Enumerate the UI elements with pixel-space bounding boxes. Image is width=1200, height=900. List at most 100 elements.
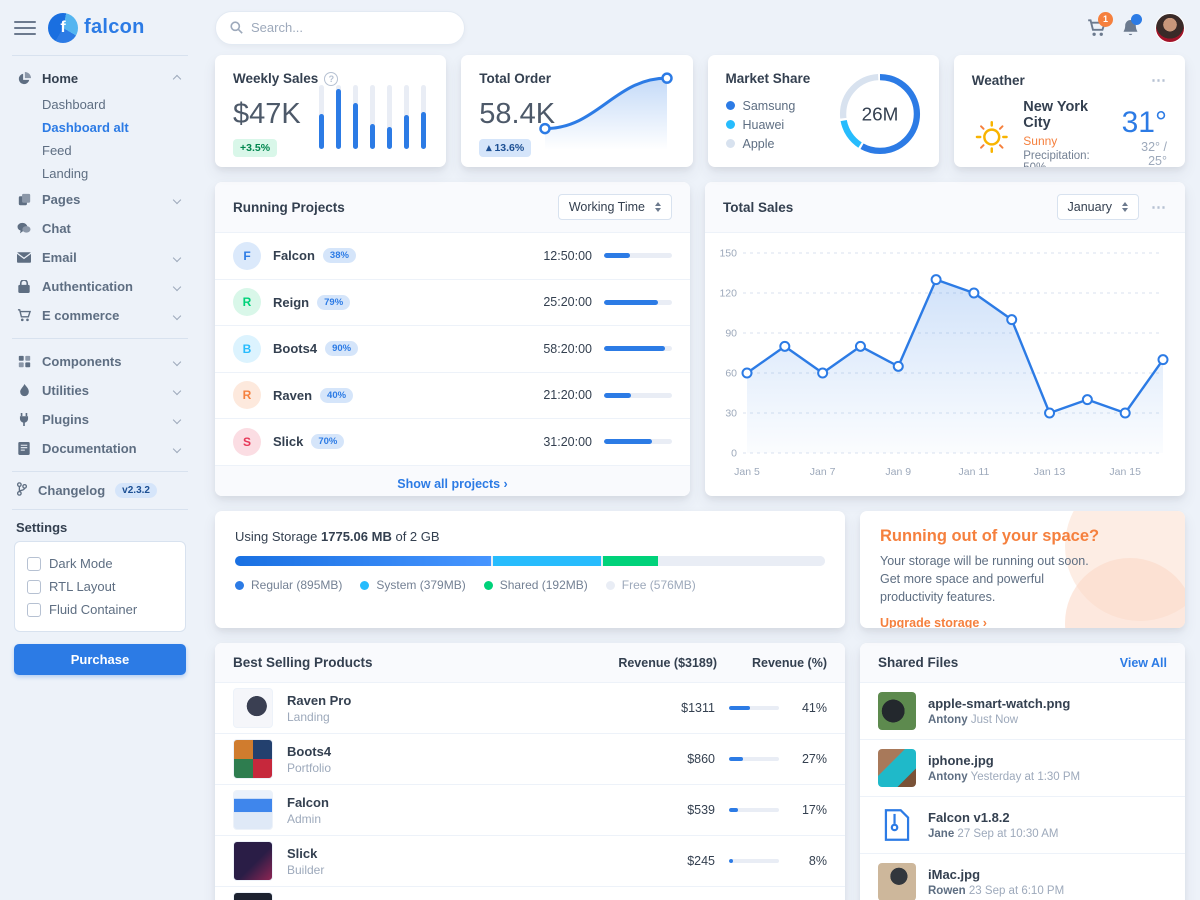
- card-menu-icon[interactable]: ⋯: [1151, 71, 1167, 89]
- svg-text:Jan 13: Jan 13: [1034, 466, 1066, 478]
- caret-up-icon: ▴: [486, 142, 491, 154]
- sidebar-item-components[interactable]: Components: [14, 347, 186, 376]
- storage-title: Using Storage 1775.06 MB of 2 GB: [235, 529, 825, 544]
- sidebar-item-landing[interactable]: Landing: [14, 162, 186, 185]
- weather-precipitation: Precipitation: 50%: [1023, 150, 1109, 167]
- project-progress: [604, 439, 672, 444]
- product-subtitle: Admin: [287, 812, 329, 826]
- project-percent-badge: 90%: [325, 341, 358, 356]
- help-icon[interactable]: ?: [324, 72, 338, 86]
- weekly-sales-bar-chart: [319, 93, 426, 149]
- topbar: 1: [215, 0, 1185, 55]
- card-title: Weekly Sales: [233, 71, 318, 86]
- dark-mode-toggle[interactable]: Dark Mode: [27, 552, 173, 575]
- legend-label: Huawei: [743, 118, 785, 132]
- project-name[interactable]: Reign: [273, 295, 309, 310]
- sidebar-item-email[interactable]: Email: [14, 243, 186, 272]
- sidebar-item-dashboard[interactable]: Dashboard: [14, 93, 186, 116]
- product-name[interactable]: Boots4: [287, 744, 331, 759]
- project-name[interactable]: Slick: [273, 434, 303, 449]
- legend-label: Apple: [743, 137, 775, 151]
- purchase-button[interactable]: Purchase: [14, 644, 186, 675]
- rtl-layout-toggle[interactable]: RTL Layout: [27, 575, 173, 598]
- file-name[interactable]: apple-smart-watch.png: [928, 696, 1070, 711]
- legend-label: Regular (895MB): [251, 578, 342, 592]
- sidebar-item-home[interactable]: Home: [14, 64, 186, 93]
- chevron-down-icon: [173, 415, 181, 423]
- project-name[interactable]: Raven: [273, 388, 312, 403]
- storage-segment: [603, 556, 658, 566]
- notifications-button[interactable]: [1122, 19, 1139, 37]
- projects-footer: Show all projects ›: [215, 466, 690, 497]
- file-name[interactable]: iMac.jpg: [928, 867, 1064, 882]
- sidebar-item-ecommerce[interactable]: E commerce: [14, 301, 186, 330]
- sidebar: f falcon Home Dashboard Dashboard alt Fe…: [0, 0, 200, 900]
- sidebar-item-chat[interactable]: Chat: [14, 214, 186, 243]
- show-all-projects-link[interactable]: Show all projects ›: [397, 477, 507, 491]
- weather-range: 32° / 25°: [1122, 140, 1167, 168]
- view-all-link[interactable]: View All: [1120, 656, 1167, 670]
- hamburger-menu-icon[interactable]: [14, 17, 36, 39]
- project-name[interactable]: Boots4: [273, 341, 317, 356]
- card-title: Weather: [972, 73, 1025, 88]
- project-progress: [604, 300, 672, 305]
- total-sales-line-chart: 0306090120150Jan 5Jan 7Jan 9Jan 11Jan 13…: [705, 233, 1185, 496]
- sidebar-item-plugins[interactable]: Plugins: [14, 405, 186, 434]
- cart-count-badge: 1: [1098, 12, 1113, 27]
- project-avatar: R: [233, 288, 261, 316]
- product-name[interactable]: Falcon: [287, 795, 329, 810]
- sidebar-item-utilities[interactable]: Utilities: [14, 376, 186, 405]
- product-thumbnail: [233, 841, 273, 881]
- fluid-container-toggle[interactable]: Fluid Container: [27, 598, 173, 621]
- stats-row: Weekly Sales ? $47K +3.5% Total Order 58…: [215, 55, 1185, 167]
- card-menu-icon[interactable]: ⋯: [1151, 198, 1167, 216]
- file-name[interactable]: Falcon v1.8.2: [928, 810, 1058, 825]
- list-item: iMac.jpg Rowen 23 Sep at 6:10 PM: [860, 854, 1185, 900]
- storage-card: Using Storage 1775.06 MB of 2 GB Regular…: [215, 511, 845, 628]
- brand-name: falcon: [84, 16, 145, 39]
- puzzle-icon: [16, 355, 32, 368]
- project-time: 58:20:00: [543, 342, 592, 356]
- rtl-layout-checkbox[interactable]: [27, 580, 41, 594]
- file-meta: Jane 27 Sep at 10:30 AM: [928, 828, 1058, 840]
- product-percent: 17%: [793, 803, 827, 817]
- storage-row: Using Storage 1775.06 MB of 2 GB Regular…: [215, 511, 1185, 628]
- sidebar-item-authentication[interactable]: Authentication: [14, 272, 186, 301]
- table-row: Falcon Admin $539 17%: [215, 785, 845, 836]
- card-title: Market Share: [726, 71, 811, 86]
- sidebar-item-feed[interactable]: Feed: [14, 139, 186, 162]
- product-revenue: $245: [667, 854, 715, 868]
- total-order-sparkline: [531, 62, 681, 157]
- upgrade-storage-link[interactable]: Upgrade storage ›: [880, 616, 987, 628]
- product-progress: [729, 706, 779, 710]
- select-value: Working Time: [569, 200, 645, 214]
- project-name[interactable]: Falcon: [273, 248, 315, 263]
- table-row: Slick Builder $245 8%: [215, 836, 845, 887]
- user-avatar[interactable]: [1155, 13, 1185, 43]
- brand-logo[interactable]: f falcon: [48, 13, 145, 43]
- file-thumbnail: [878, 692, 916, 730]
- product-progress: [729, 808, 779, 812]
- sidebar-item-dashboard-alt[interactable]: Dashboard alt: [14, 116, 186, 139]
- cart-button[interactable]: 1: [1087, 19, 1106, 37]
- sidebar-item-changelog[interactable]: Changelog v2.3.2: [14, 472, 186, 509]
- svg-text:Jan 5: Jan 5: [734, 466, 760, 478]
- sidebar-item-pages[interactable]: Pages: [14, 185, 186, 214]
- month-select[interactable]: January: [1057, 194, 1139, 220]
- chart-pie-icon: [16, 72, 32, 86]
- fluid-container-checkbox[interactable]: [27, 603, 41, 617]
- search-box[interactable]: [215, 11, 465, 45]
- sidebar-item-documentation[interactable]: Documentation: [14, 434, 186, 463]
- total-order-card: Total Order 58.4K ▴ 13.6%: [461, 55, 692, 167]
- file-archive-icon: [878, 806, 916, 844]
- file-name[interactable]: iphone.jpg: [928, 753, 1080, 768]
- dark-mode-checkbox[interactable]: [27, 557, 41, 571]
- product-name[interactable]: Slick: [287, 846, 324, 861]
- envelope-icon: [16, 252, 32, 263]
- app-root: f falcon Home Dashboard Dashboard alt Fe…: [0, 0, 1200, 900]
- search-input[interactable]: [251, 20, 450, 35]
- working-time-select[interactable]: Working Time: [558, 194, 672, 220]
- project-time: 12:50:00: [543, 249, 592, 263]
- product-name[interactable]: Raven Pro: [287, 693, 351, 708]
- card-title: Running Projects: [233, 200, 345, 215]
